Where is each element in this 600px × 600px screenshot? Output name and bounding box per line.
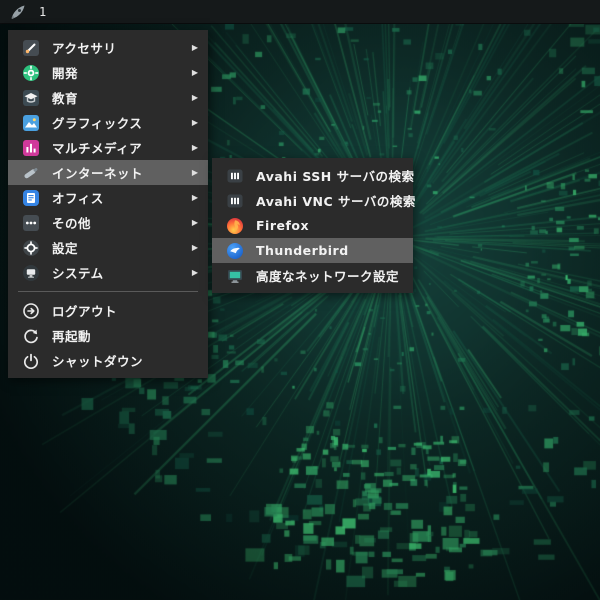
submenu-arrow-icon: ▶	[192, 169, 200, 177]
menu-item-shutdown[interactable]: シャットダウン	[8, 348, 208, 373]
multimedia-icon	[22, 139, 40, 157]
launcher-rocket-icon[interactable]	[9, 3, 27, 21]
submenu-item-label: Avahi SSH サーバの検索	[256, 166, 414, 185]
menu-item-other[interactable]: その他 ▶	[8, 210, 208, 235]
internet-icon	[22, 164, 40, 182]
submenu-arrow-icon: ▶	[192, 119, 200, 127]
menu-item-label: その他	[52, 213, 91, 232]
menu-item-label: 教育	[52, 88, 78, 107]
applications-menu: アクセサリ ▶ 開発 ▶ 教育 ▶ グラフィックス ▶ マルチメディア ▶ イン…	[8, 30, 208, 378]
submenu-item-avahi-ssh[interactable]: Avahi SSH サーバの検索	[212, 163, 413, 188]
internet-submenu: Avahi SSH サーバの検索 Avahi VNC サーバの検索 Firefo…	[212, 158, 413, 293]
submenu-item-label: Thunderbird	[256, 243, 349, 258]
network-settings-icon	[226, 267, 244, 285]
submenu-item-network-settings[interactable]: 高度なネットワーク設定	[212, 263, 413, 288]
office-icon	[22, 189, 40, 207]
remote-desktop-icon	[226, 192, 244, 210]
menu-item-label: ログアウト	[52, 301, 117, 320]
firefox-icon	[226, 217, 244, 235]
menu-item-label: システム	[52, 263, 104, 282]
menu-item-logout[interactable]: ログアウト	[8, 298, 208, 323]
menu-item-internet[interactable]: インターネット ▶	[8, 160, 208, 185]
menu-item-label: シャットダウン	[52, 351, 143, 370]
workspace-indicator[interactable]: 1	[39, 0, 46, 24]
menu-item-accessories[interactable]: アクセサリ ▶	[8, 35, 208, 60]
submenu-arrow-icon: ▶	[192, 194, 200, 202]
submenu-item-label: 高度なネットワーク設定	[256, 266, 399, 285]
submenu-item-avahi-vnc[interactable]: Avahi VNC サーバの検索	[212, 188, 413, 213]
system-icon	[22, 264, 40, 282]
menu-item-office[interactable]: オフィス ▶	[8, 185, 208, 210]
menu-item-label: 開発	[52, 63, 78, 82]
menu-item-label: インターネット	[52, 163, 143, 182]
settings-icon	[22, 239, 40, 257]
submenu-arrow-icon: ▶	[192, 219, 200, 227]
menu-separator	[18, 291, 198, 292]
submenu-arrow-icon: ▶	[192, 269, 200, 277]
menu-item-graphics[interactable]: グラフィックス ▶	[8, 110, 208, 135]
submenu-arrow-icon: ▶	[192, 44, 200, 52]
menu-item-education[interactable]: 教育 ▶	[8, 85, 208, 110]
graphics-icon	[22, 114, 40, 132]
menu-item-label: グラフィックス	[52, 113, 142, 132]
submenu-arrow-icon: ▶	[192, 144, 200, 152]
remote-terminal-icon	[226, 167, 244, 185]
submenu-item-label: Avahi VNC サーバの検索	[256, 191, 416, 210]
menu-item-system[interactable]: システム ▶	[8, 260, 208, 285]
education-icon	[22, 89, 40, 107]
menu-item-restart[interactable]: 再起動	[8, 323, 208, 348]
menu-item-label: アクセサリ	[52, 38, 116, 57]
submenu-arrow-icon: ▶	[192, 69, 200, 77]
menu-item-label: マルチメディア	[52, 138, 142, 157]
logout-icon	[22, 302, 40, 320]
menu-item-settings[interactable]: 設定 ▶	[8, 235, 208, 260]
other-icon	[22, 214, 40, 232]
top-panel: 1	[0, 0, 600, 24]
menu-item-multimedia[interactable]: マルチメディア ▶	[8, 135, 208, 160]
development-icon	[22, 64, 40, 82]
submenu-item-thunderbird[interactable]: Thunderbird	[212, 238, 413, 263]
submenu-arrow-icon: ▶	[192, 244, 200, 252]
shutdown-icon	[22, 352, 40, 370]
submenu-item-firefox[interactable]: Firefox	[212, 213, 413, 238]
thunderbird-icon	[226, 242, 244, 260]
submenu-arrow-icon: ▶	[192, 94, 200, 102]
menu-item-development[interactable]: 開発 ▶	[8, 60, 208, 85]
submenu-item-label: Firefox	[256, 218, 309, 233]
menu-item-label: 設定	[52, 238, 78, 257]
menu-item-label: 再起動	[52, 326, 91, 345]
restart-icon	[22, 327, 40, 345]
accessories-icon	[22, 39, 40, 57]
menu-item-label: オフィス	[52, 188, 104, 207]
